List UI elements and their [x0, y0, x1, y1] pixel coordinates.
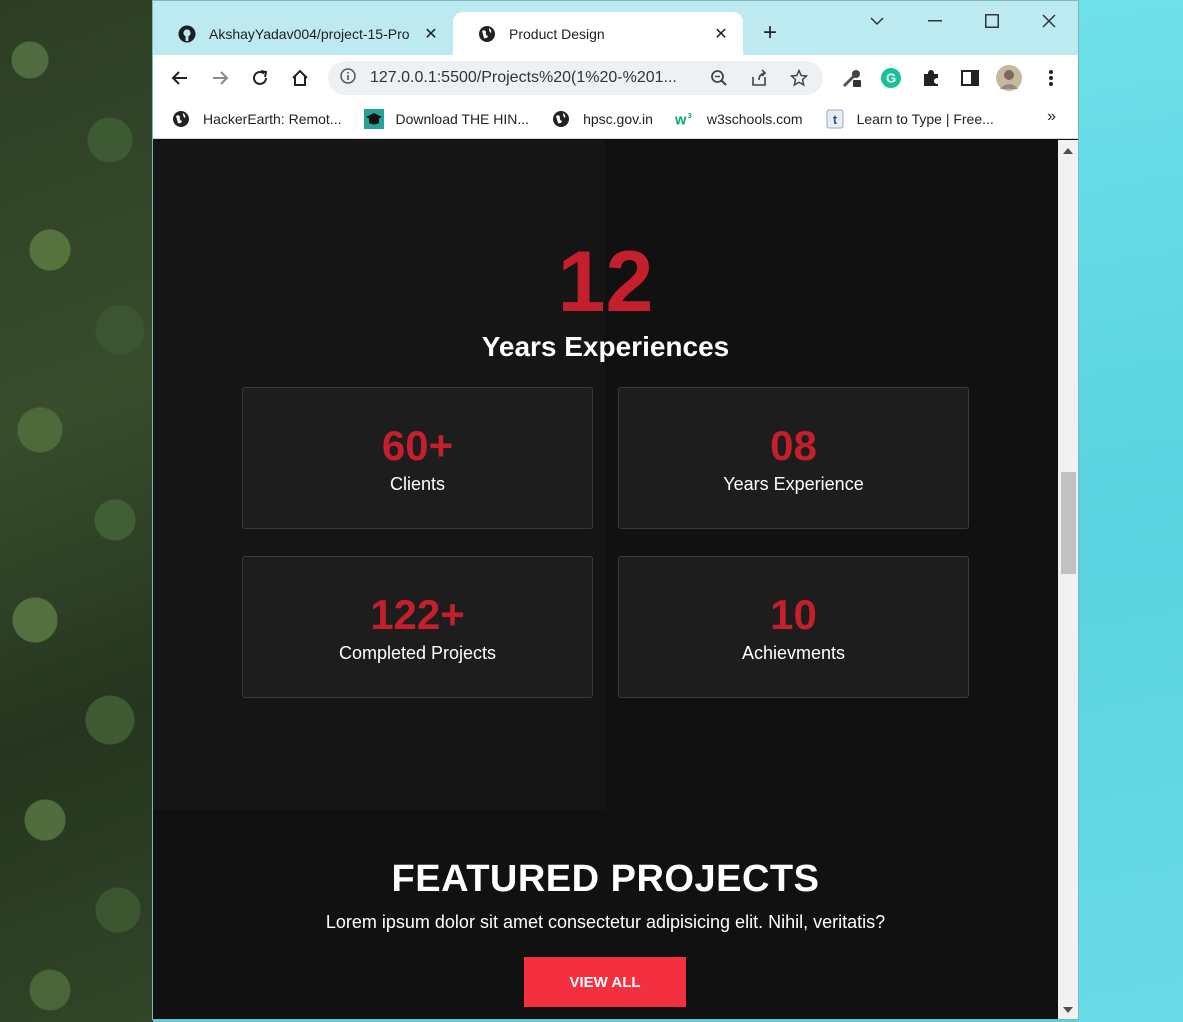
side-panel-icon[interactable] — [957, 65, 983, 91]
svg-text:t: t — [832, 112, 837, 127]
close-tab-icon[interactable]: ✕ — [423, 24, 439, 44]
minimize-icon[interactable] — [913, 9, 957, 33]
maximize-icon[interactable] — [970, 9, 1014, 33]
bookmark-label: HackerEarth: Remot... — [203, 110, 342, 127]
tab-title: Product Design — [509, 25, 605, 42]
scroll-up-arrow-icon[interactable] — [1058, 142, 1078, 160]
reload-icon[interactable] — [247, 65, 273, 91]
new-tab-button[interactable]: + — [756, 20, 784, 48]
stat-label: Years Experience — [723, 474, 864, 494]
browser-window: AkshayYadav004/project-15-Pro ✕ Product … — [152, 0, 1079, 1020]
stat-label: Clients — [389, 474, 446, 494]
zoom-icon[interactable] — [707, 66, 731, 90]
globe-icon — [477, 24, 497, 44]
globe-icon — [171, 109, 191, 129]
stat-value: 10 — [770, 591, 817, 638]
stat-card-achievements: 10 Achievments — [618, 556, 969, 698]
view-all-button[interactable]: VIEW ALL — [524, 957, 686, 1007]
svg-text:G: G — [886, 71, 896, 86]
site-info-icon[interactable] — [340, 67, 356, 89]
globe-icon — [551, 109, 571, 129]
experience-number: 12 — [557, 234, 654, 330]
stat-label: Completed Projects — [338, 643, 497, 663]
extensions-puzzle-icon[interactable] — [918, 65, 944, 91]
close-window-icon[interactable] — [1027, 9, 1071, 33]
tab-search-icon[interactable] — [855, 9, 899, 33]
address-bar[interactable]: 127.0.0.1:5500/Projects%20(1%20-%201... — [328, 61, 823, 95]
bookmark-label: w3schools.com — [706, 110, 803, 127]
tab-title: AkshayYadav004/project-15-Pro — [209, 25, 410, 42]
bookmark-label: hpsc.gov.in — [583, 110, 653, 127]
back-arrow-icon[interactable] — [167, 65, 193, 91]
bookmark-label: Download THE HIN... — [395, 110, 530, 127]
bookmark-star-icon[interactable] — [787, 66, 811, 90]
browser-toolbar: 127.0.0.1:5500/Projects%20(1%20-%201... … — [153, 55, 1078, 99]
stat-card-completed-projects: 122+ Completed Projects — [242, 556, 593, 698]
menu-kebab-icon[interactable] — [1038, 65, 1064, 91]
stat-card-clients: 60+ Clients — [242, 387, 593, 529]
scrollbar-thumb[interactable] — [1061, 472, 1076, 574]
scroll-down-arrow-icon[interactable] — [1058, 1001, 1078, 1019]
desktop-wallpaper-forest — [0, 0, 153, 1022]
bookmark-download-hin[interactable]: Download THE HIN... — [363, 108, 530, 129]
tab-strip: AkshayYadav004/project-15-Pro ✕ Product … — [153, 1, 1078, 55]
share-icon[interactable] — [747, 66, 771, 90]
bookmarks-bar: HackerEarth: Remot... Download THE HIN..… — [153, 99, 1078, 139]
profile-avatar[interactable] — [996, 65, 1022, 91]
eyedropper-extension-icon[interactable] — [839, 65, 865, 91]
bookmark-w3schools[interactable]: w3 w3schools.com — [675, 109, 803, 129]
close-tab-icon[interactable]: ✕ — [713, 24, 729, 44]
desktop-wallpaper-water — [1079, 0, 1183, 1022]
bookmark-learn-to-type[interactable]: t Learn to Type | Free... — [825, 109, 994, 129]
typing-t-icon: t — [825, 109, 845, 129]
forward-arrow-icon[interactable] — [207, 65, 233, 91]
bookmark-hackerearth[interactable]: HackerEarth: Remot... — [171, 109, 342, 129]
stat-label: Achievments — [741, 643, 846, 663]
stat-value: 122+ — [370, 591, 465, 638]
bookmark-label: Learn to Type | Free... — [856, 110, 994, 127]
grammarly-icon[interactable]: G — [878, 65, 904, 91]
featured-projects-subtitle: Lorem ipsum dolor sit amet consectetur a… — [325, 912, 886, 932]
svg-text:w: w — [675, 112, 687, 128]
url-text[interactable]: 127.0.0.1:5500/Projects%20(1%20-%201... — [370, 69, 691, 87]
bookmarks-overflow-button[interactable]: » — [1047, 108, 1056, 126]
page-viewport: 12 Years Experiences 60+ Clients 08 Year… — [153, 140, 1058, 1019]
svg-text:3: 3 — [688, 111, 692, 120]
page-scrollbar[interactable] — [1058, 140, 1078, 1019]
bookmark-hpsc[interactable]: hpsc.gov.in — [551, 109, 653, 129]
github-icon — [177, 24, 197, 44]
graduation-cap-icon — [363, 108, 384, 129]
home-icon[interactable] — [287, 65, 313, 91]
stat-card-years-experience: 08 Years Experience — [618, 387, 969, 529]
stat-value: 08 — [770, 422, 817, 469]
experience-label: Years Experiences — [481, 331, 730, 362]
w3schools-icon: w3 — [675, 109, 695, 129]
tab-product-design[interactable]: Product Design ✕ — [453, 12, 743, 55]
stat-value: 60+ — [381, 422, 454, 469]
featured-projects-heading: FEATURED PROJECTS — [391, 858, 820, 900]
tab-github[interactable]: AkshayYadav004/project-15-Pro ✕ — [153, 12, 453, 55]
